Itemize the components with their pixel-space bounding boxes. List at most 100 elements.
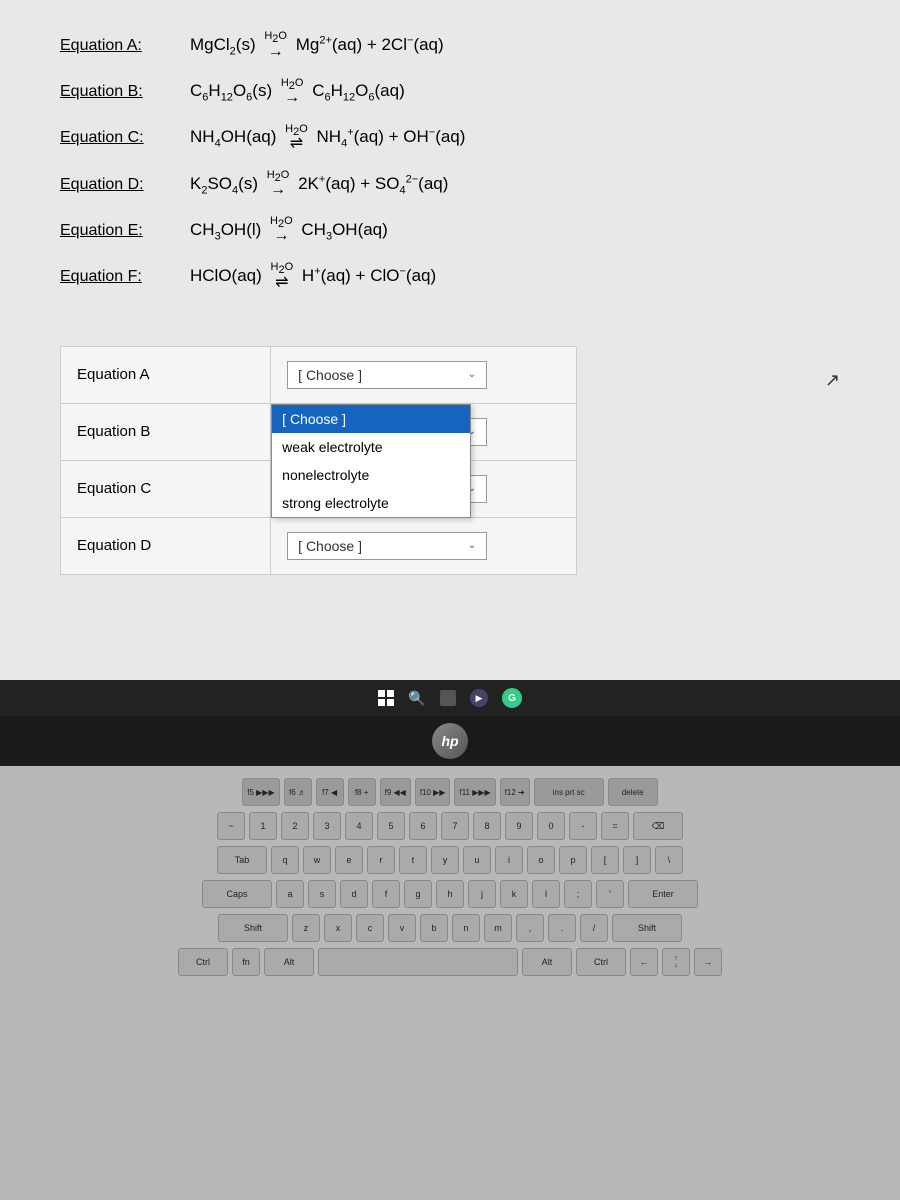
key-h[interactable]: h <box>436 880 464 908</box>
eq-label-d: Equation D: <box>60 176 180 194</box>
key-quote[interactable]: ' <box>596 880 624 908</box>
key-8[interactable]: 8 <box>473 812 501 840</box>
key-x[interactable]: x <box>324 914 352 942</box>
dropdown-option-weak-electrolyte[interactable]: weak electrolyte <box>272 433 470 461</box>
select-dropdown-d[interactable]: [ Choose ] ⌄ <box>287 532 487 560</box>
key-r[interactable]: r <box>367 846 395 874</box>
key-comma[interactable]: , <box>516 914 544 942</box>
key-minus[interactable]: - <box>569 812 597 840</box>
dropdown-option-strong-electrolyte[interactable]: strong electrolyte <box>272 489 470 517</box>
key-m[interactable]: m <box>484 914 512 942</box>
key-4[interactable]: 4 <box>345 812 373 840</box>
key-9[interactable]: 9 <box>505 812 533 840</box>
key-f[interactable]: f <box>372 880 400 908</box>
key-right[interactable]: → <box>694 948 722 976</box>
key-backspace[interactable]: ⌫ <box>633 812 683 840</box>
key-f10[interactable]: f10 ▶▶ <box>415 778 451 806</box>
key-lalt[interactable]: Alt <box>264 948 314 976</box>
eq-content-a: MgCl2(s) H2O → Mg2+(aq) + 2Cl−(aq) <box>190 30 444 62</box>
key-1[interactable]: 1 <box>249 812 277 840</box>
key-slash[interactable]: / <box>580 914 608 942</box>
key-f6[interactable]: f6 ♬ <box>284 778 312 806</box>
key-space[interactable] <box>318 948 518 976</box>
key-k[interactable]: k <box>500 880 528 908</box>
keyboard-home-row: Caps a s d f g h j k l ; ' Enter <box>202 880 698 908</box>
search-icon[interactable]: 🔍 <box>408 689 426 707</box>
table-eq-label-b: Equation B <box>61 403 271 460</box>
key-fn[interactable]: fn <box>232 948 260 976</box>
key-prtsc[interactable]: ins prt sc <box>534 778 604 806</box>
key-equals[interactable]: = <box>601 812 629 840</box>
key-lshift[interactable]: Shift <box>218 914 288 942</box>
key-f8[interactable]: f8 + <box>348 778 376 806</box>
key-y[interactable]: y <box>431 846 459 874</box>
select-dropdown-a[interactable]: [ Choose ] ⌄ <box>287 361 487 389</box>
key-f11[interactable]: f11 ▶▶▶ <box>454 778 495 806</box>
key-e[interactable]: e <box>335 846 363 874</box>
classification-table: Equation A [ Choose ] ⌄ Equation B [ Cho… <box>60 346 840 575</box>
key-period[interactable]: . <box>548 914 576 942</box>
key-ralt[interactable]: Alt <box>522 948 572 976</box>
arrow-e: H2O → <box>270 216 293 244</box>
key-d[interactable]: d <box>340 880 368 908</box>
key-3[interactable]: 3 <box>313 812 341 840</box>
key-l[interactable]: l <box>532 880 560 908</box>
key-c[interactable]: c <box>356 914 384 942</box>
key-enter[interactable]: Enter <box>628 880 698 908</box>
key-f7[interactable]: f7 ◀ <box>316 778 344 806</box>
key-backslash[interactable]: \ <box>655 846 683 874</box>
key-f5[interactable]: f5 ▶▶▶ <box>242 778 279 806</box>
key-a[interactable]: a <box>276 880 304 908</box>
key-7[interactable]: 7 <box>441 812 469 840</box>
arrow-b: H2O → <box>281 78 304 106</box>
key-rbracket[interactable]: ] <box>623 846 651 874</box>
video-icon[interactable]: ▶ <box>470 689 488 707</box>
key-rctrl[interactable]: Ctrl <box>576 948 626 976</box>
key-6[interactable]: 6 <box>409 812 437 840</box>
key-tab[interactable]: Tab <box>217 846 267 874</box>
windows-start-icon[interactable] <box>378 690 394 706</box>
chrome-icon[interactable]: G <box>502 688 522 708</box>
key-tilde[interactable]: ~ <box>217 812 245 840</box>
key-rshift[interactable]: Shift <box>612 914 682 942</box>
key-i[interactable]: i <box>495 846 523 874</box>
key-delete[interactable]: delete <box>608 778 658 806</box>
key-o[interactable]: o <box>527 846 555 874</box>
eq-content-b: C6H12O6(s) H2O → C6H12O6(aq) <box>190 76 405 108</box>
key-semicolon[interactable]: ; <box>564 880 592 908</box>
key-f9[interactable]: f9 ◀◀ <box>380 778 411 806</box>
key-updown[interactable]: ↑↓ <box>662 948 690 976</box>
eq-content-c: NH4OH(aq) H2O ⇌ NH4+(aq) + OH−(aq) <box>190 122 465 154</box>
key-w[interactable]: w <box>303 846 331 874</box>
key-v[interactable]: v <box>388 914 416 942</box>
dropdown-option-choose[interactable]: [ Choose ] <box>272 405 470 433</box>
table-eq-label-d: Equation D <box>61 517 271 574</box>
browser-icon[interactable] <box>440 690 456 706</box>
key-b[interactable]: b <box>420 914 448 942</box>
dropdown-option-nonelectrolyte[interactable]: nonelectrolyte <box>272 461 470 489</box>
select-value-d: [ Choose ] <box>298 538 362 554</box>
chevron-down-icon-d: ⌄ <box>468 540 476 551</box>
key-lbracket[interactable]: [ <box>591 846 619 874</box>
key-n[interactable]: n <box>452 914 480 942</box>
key-left[interactable]: ← <box>630 948 658 976</box>
key-2[interactable]: 2 <box>281 812 309 840</box>
equation-row-e: Equation E: CH3OH(l) H2O → CH3OH(aq) <box>60 215 840 247</box>
key-caps[interactable]: Caps <box>202 880 272 908</box>
table-select-cell-a: [ Choose ] ⌄ <box>271 346 577 403</box>
key-u[interactable]: u <box>463 846 491 874</box>
key-t[interactable]: t <box>399 846 427 874</box>
key-s[interactable]: s <box>308 880 336 908</box>
key-f12[interactable]: f12 ➜ <box>500 778 530 806</box>
key-0[interactable]: 0 <box>537 812 565 840</box>
key-lctrl[interactable]: Ctrl <box>178 948 228 976</box>
key-p[interactable]: p <box>559 846 587 874</box>
eq-label-b: Equation B: <box>60 83 180 101</box>
key-j[interactable]: j <box>468 880 496 908</box>
key-5[interactable]: 5 <box>377 812 405 840</box>
keyboard-body: f5 ▶▶▶ f6 ♬ f7 ◀ f8 + f9 ◀◀ f10 ▶▶ f11 ▶… <box>0 766 900 1200</box>
key-z[interactable]: z <box>292 914 320 942</box>
key-g[interactable]: g <box>404 880 432 908</box>
eq-content-e: CH3OH(l) H2O → CH3OH(aq) <box>190 215 388 247</box>
key-q[interactable]: q <box>271 846 299 874</box>
